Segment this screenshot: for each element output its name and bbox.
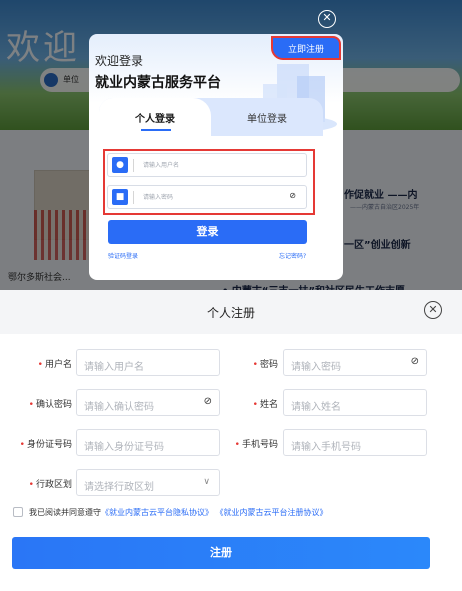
password-field[interactable]: 请输入密码 ⊘: [283, 349, 427, 376]
agree-checkbox[interactable]: [13, 507, 23, 517]
username-field-placeholder: 请输入用户名: [84, 362, 144, 373]
forgot-password-link[interactable]: 忘记密码?: [279, 251, 306, 260]
eye-off-icon[interactable]: ⊘: [411, 356, 419, 367]
phone-label: • 手机号码: [234, 440, 278, 450]
code-login-link[interactable]: 验证码登录: [108, 251, 138, 260]
username-label: • 用户名: [37, 360, 72, 370]
platform-title: 就业内蒙古服务平台: [95, 75, 221, 91]
privacy-agreement-link[interactable]: 《就业内蒙古云平台隐私协议》: [101, 508, 213, 517]
region-select-placeholder: 请选择行政区划: [84, 482, 154, 493]
id-number-field[interactable]: 请输入身份证号码: [76, 429, 220, 456]
phone-field[interactable]: 请输入手机号码: [283, 429, 427, 456]
confirm-password-field[interactable]: 请输入确认密码 ⊘: [76, 389, 220, 416]
username-field[interactable]: 请输入用户名: [76, 349, 220, 376]
phone-field-placeholder: 请输入手机号码: [291, 442, 361, 453]
agreement-text: 我已阅读并同意遵守《就业内蒙古云平台隐私协议》 《就业内蒙古云平台注册协议》: [29, 507, 328, 518]
register-submit-button[interactable]: 注册: [12, 537, 430, 569]
screen: 欢迎 单位 作促就业 ——内 ——内蒙古自治区2025年 一区”创业创新 • 内…: [0, 0, 462, 591]
register-title: 个人注册: [206, 306, 255, 320]
password-label: • 密码: [252, 360, 278, 370]
name-label: • 姓名: [252, 400, 278, 410]
name-field[interactable]: 请输入姓名: [283, 389, 427, 416]
welcome-text: 欢迎登录: [95, 54, 144, 68]
name-field-placeholder: 请输入姓名: [291, 402, 341, 413]
password-field-placeholder: 请输入密码: [291, 362, 341, 373]
id-number-placeholder: 请输入身份证号码: [84, 442, 164, 453]
eye-off-icon[interactable]: ⊘: [204, 396, 212, 407]
confirm-password-placeholder: 请输入确认密码: [84, 402, 154, 413]
register-agreement-link[interactable]: 《就业内蒙古云平台注册协议》: [216, 508, 328, 517]
register-form: 个人注册 ✕ • 用户名 请输入用户名 • 密码 请输入密码 ⊘ • 确认密码 请输入…: [0, 290, 462, 591]
highlight-box: [103, 149, 315, 215]
login-screenshot: 欢迎 单位 作促就业 ——内 ——内蒙古自治区2025年 一区”创业创新 • 内…: [0, 0, 462, 290]
close-icon[interactable]: ✕: [424, 301, 442, 319]
chevron-down-icon: ∨: [203, 477, 210, 487]
agreement-prefix: 我已阅读并同意遵守: [29, 508, 101, 517]
confirm-password-label: • 确认密码: [28, 400, 72, 410]
tab-unit-login[interactable]: 单位登录: [211, 110, 323, 125]
tab-personal-login[interactable]: 个人登录: [99, 110, 211, 125]
login-modal: 欢迎登录 就业内蒙古服务平台 立即注册 个人登录 单位登录 ● 请输入用户名 ■…: [89, 34, 343, 280]
region-select[interactable]: 请选择行政区划 ∨: [76, 469, 220, 496]
close-icon[interactable]: ✕: [318, 10, 336, 28]
register-now-button[interactable]: 立即注册: [271, 36, 341, 60]
region-label: • 行政区划: [28, 480, 72, 490]
login-button[interactable]: 登录: [108, 220, 307, 244]
tab-active-indicator: [141, 129, 171, 131]
id-number-label: • 身份证号码: [19, 440, 72, 450]
